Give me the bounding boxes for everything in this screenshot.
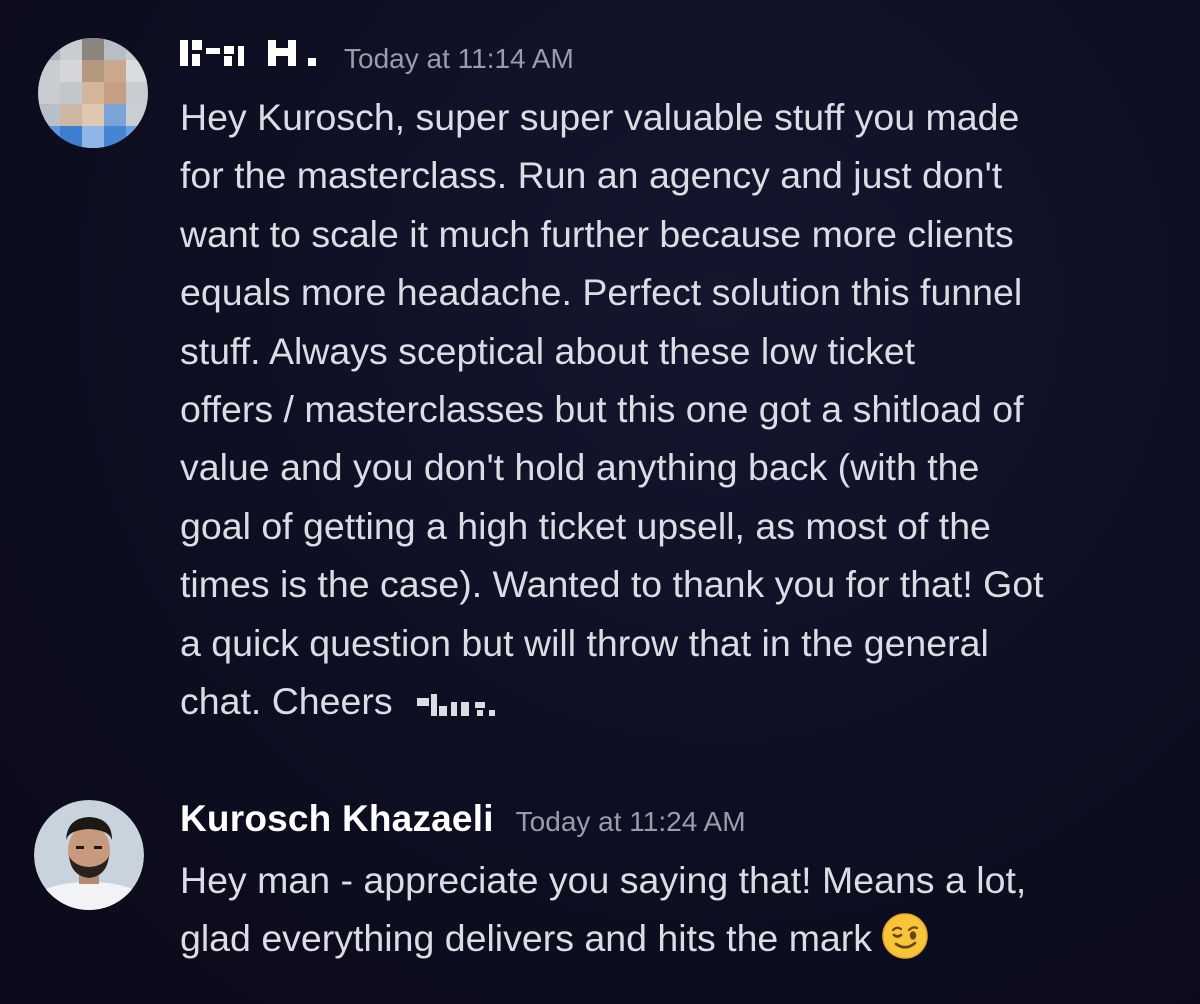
message-line: stuff. Always sceptical about these low … bbox=[180, 329, 916, 372]
message-line-last: chat. Cheers bbox=[180, 672, 1185, 734]
message-line: equals more headache. Perfect solution t… bbox=[180, 271, 1023, 314]
timestamp: Today at 11:14 AM bbox=[344, 43, 574, 74]
message-text: glad everything delivers and hits the ma… bbox=[180, 917, 873, 960]
message-content: Hey man - appreciate you saying that! Me… bbox=[180, 851, 1185, 968]
message-header: Today at 11:14 AM bbox=[180, 38, 574, 75]
redacted-username-icon bbox=[180, 40, 316, 66]
message-line: times is the case). Wanted to thank you … bbox=[180, 563, 1044, 606]
pixelated-avatar-icon bbox=[38, 38, 148, 148]
winking-face-icon bbox=[882, 913, 928, 960]
message-content: Hey Kurosch, super super valuable stuff … bbox=[180, 88, 1185, 734]
message-line-last: glad everything delivers and hits the ma… bbox=[180, 909, 1185, 967]
message-line: a quick question but will throw that in … bbox=[180, 621, 989, 664]
message-line: value and you don't hold anything back (… bbox=[180, 446, 980, 489]
message-header: Kurosch Khazaeli Today at 11:24 AM bbox=[180, 798, 746, 840]
message-line: for the masterclass. Run an agency and j… bbox=[180, 154, 1003, 197]
redacted-signature-icon bbox=[417, 694, 496, 717]
message-line: Hey man - appreciate you saying that! Me… bbox=[180, 859, 1027, 901]
avatar-kurosch[interactable] bbox=[34, 800, 144, 910]
timestamp: Today at 11:24 AM bbox=[515, 806, 746, 837]
message-text: chat. Cheers bbox=[180, 680, 393, 723]
avatar-user-1[interactable] bbox=[38, 38, 148, 148]
redacted-signature bbox=[417, 676, 507, 734]
message-line: goal of getting a high ticket upsell, as… bbox=[180, 504, 991, 547]
redacted-username[interactable] bbox=[180, 38, 330, 72]
profile-photo-icon bbox=[34, 800, 144, 910]
message-line: want to scale it much further because mo… bbox=[180, 212, 1014, 255]
username[interactable]: Kurosch Khazaeli bbox=[180, 798, 494, 840]
message-line: Hey Kurosch, super super valuable stuff … bbox=[180, 96, 1020, 138]
message-line: offers / masterclasses but this one got … bbox=[180, 388, 1024, 431]
